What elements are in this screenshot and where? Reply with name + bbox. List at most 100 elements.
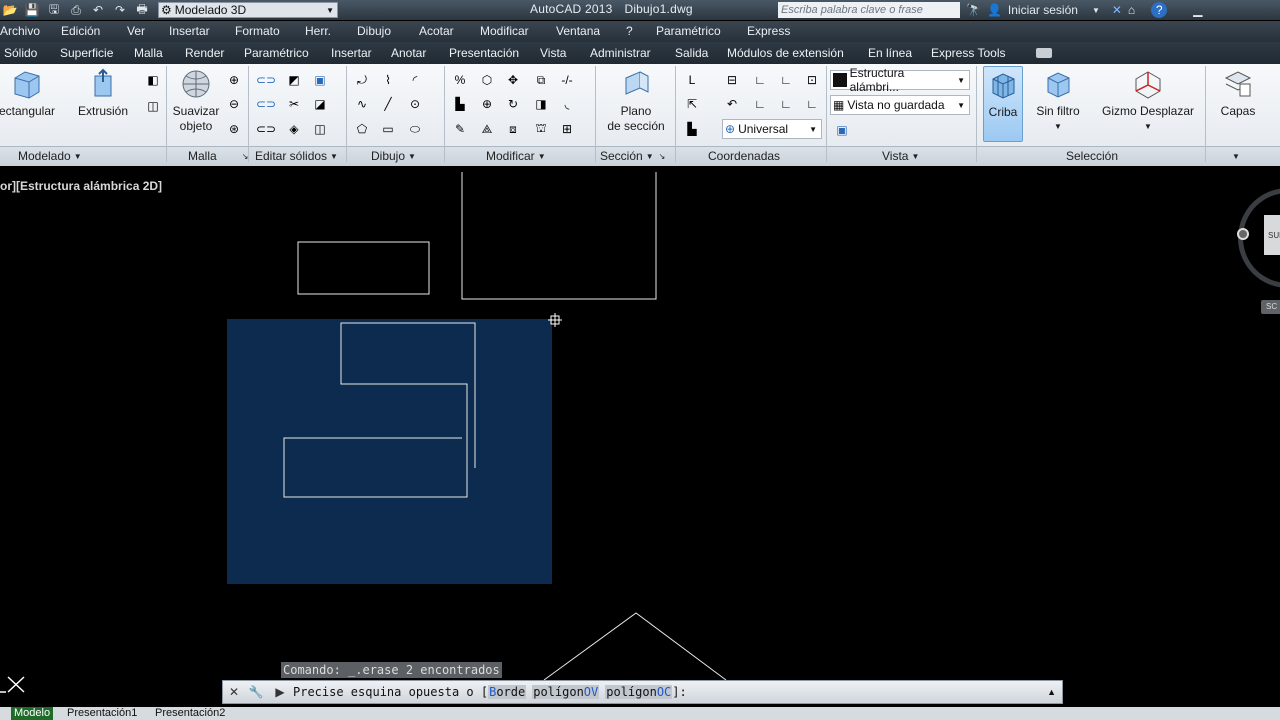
polyline-entity[interactable] bbox=[283, 322, 476, 498]
shell-icon[interactable]: ◫ bbox=[310, 119, 330, 139]
rotate-icon[interactable]: ⤾ bbox=[352, 70, 372, 90]
open-icon[interactable]: 📂 bbox=[0, 2, 20, 18]
menu-acotar[interactable]: Acotar bbox=[419, 24, 454, 38]
circle-icon[interactable]: ⊙ bbox=[405, 94, 425, 114]
menu-help[interactable]: ? bbox=[626, 24, 633, 38]
tab-modelo[interactable]: Modelo bbox=[11, 707, 54, 720]
tab-en-linea[interactable]: En línea bbox=[868, 46, 912, 60]
tab-insertar[interactable]: Insertar bbox=[331, 46, 372, 60]
minimize-icon[interactable]: ▁ bbox=[1193, 3, 1202, 17]
3d-scale-icon[interactable]: ⟁ bbox=[477, 119, 497, 139]
tab-anotar[interactable]: Anotar bbox=[391, 46, 426, 60]
rectangular-button[interactable]: ectangular bbox=[0, 68, 58, 119]
spline-icon[interactable]: ∿ bbox=[352, 94, 372, 114]
ucs-3point-icon[interactable]: ▙ bbox=[682, 119, 702, 139]
thicken-icon[interactable]: ◈ bbox=[284, 119, 304, 139]
brush-icon[interactable]: ✎ bbox=[450, 119, 470, 139]
polygon-icon[interactable]: ⬠ bbox=[352, 119, 372, 139]
ucs-world-icon[interactable]: ∟ bbox=[750, 70, 770, 90]
criba-button[interactable]: Criba bbox=[983, 66, 1023, 142]
menu-modificar[interactable]: Modificar bbox=[480, 24, 529, 38]
extract-edges-icon[interactable]: ◩ bbox=[284, 70, 304, 90]
gizmo-button[interactable]: Gizmo Desplazar ▼ bbox=[1100, 68, 1196, 134]
menu-express[interactable]: Express bbox=[747, 24, 790, 38]
tab-express-tools[interactable]: Express Tools bbox=[931, 46, 1005, 60]
workspace-select[interactable]: ⚙ Modelado 3D ▼ bbox=[158, 2, 338, 18]
tab-malla[interactable]: Malla bbox=[134, 46, 163, 60]
rectangle-entity[interactable] bbox=[461, 172, 657, 300]
option-poligonov[interactable]: polígonOV bbox=[532, 685, 600, 699]
rectangle-icon[interactable]: ▭ bbox=[378, 119, 398, 139]
tab-presentacion2[interactable]: Presentación2 bbox=[152, 707, 228, 720]
panel-title-editar[interactable]: Editar sólidos ▼ bbox=[255, 148, 338, 164]
trim-icon[interactable]: -/- bbox=[557, 70, 577, 90]
arc-icon[interactable]: ◜ bbox=[405, 70, 425, 90]
ucs-icon[interactable]: L bbox=[682, 70, 702, 90]
ucs-named-icon[interactable]: ⊟ bbox=[722, 70, 742, 90]
fillet-icon[interactable]: ◟ bbox=[557, 94, 577, 114]
tab-render[interactable]: Render bbox=[185, 46, 224, 60]
wcs-badge[interactable]: SC bbox=[1261, 300, 1280, 314]
mesh-smooth-more-icon[interactable]: ⊕ bbox=[224, 70, 244, 90]
plot-icon[interactable]: ⎙ bbox=[66, 2, 86, 18]
rectangle-entity[interactable] bbox=[297, 241, 430, 295]
wrench-icon[interactable]: 🔧 bbox=[245, 681, 267, 703]
named-view-select[interactable]: ▦ Vista no guardada ▼ bbox=[830, 95, 970, 115]
save-icon[interactable]: 💾 bbox=[22, 2, 42, 18]
print-icon[interactable]: 🖶 bbox=[132, 2, 152, 18]
ribbon-minimize-icon[interactable] bbox=[1036, 48, 1052, 58]
percent-icon[interactable]: % bbox=[450, 70, 470, 90]
filtro-button[interactable]: Sin filtro ▼ bbox=[1032, 68, 1084, 134]
line-entity[interactable] bbox=[543, 612, 727, 681]
user-icon[interactable]: 👤 bbox=[987, 3, 1002, 17]
menu-archivo[interactable]: Archivo bbox=[0, 24, 40, 38]
panel-title-dibujo[interactable]: Dibujo ▼ bbox=[371, 148, 416, 164]
copy-icon[interactable]: ⧉ bbox=[531, 70, 551, 90]
3d-rotate-icon[interactable]: ⊕ bbox=[477, 94, 497, 114]
chevron-down-icon[interactable]: ▼ bbox=[1092, 6, 1100, 15]
tab-salida[interactable]: Salida bbox=[675, 46, 708, 60]
command-line[interactable]: ✕ 🔧 ▶ Precise esquina opuesta o [ Borde … bbox=[222, 680, 1063, 704]
exchange-icon[interactable]: ✕ bbox=[1112, 3, 1122, 17]
search-input[interactable]: Escriba palabra clave o frase bbox=[778, 2, 960, 18]
3d-move-icon[interactable]: ⬡ bbox=[477, 70, 497, 90]
union-icon[interactable]: ⊂⊃ bbox=[256, 70, 276, 90]
tab-administrar[interactable]: Administrar bbox=[590, 46, 651, 60]
plano-seccion-button[interactable]: Plano de sección bbox=[600, 68, 672, 134]
polysolid-icon[interactable]: ◫ bbox=[143, 96, 163, 116]
signin-link[interactable]: Iniciar sesión bbox=[1008, 3, 1078, 17]
capas-button[interactable]: Capas bbox=[1214, 68, 1262, 119]
rotate-2d-icon[interactable]: ↻ bbox=[503, 94, 523, 114]
history-toggle-icon[interactable]: ▲ bbox=[1047, 687, 1062, 697]
ellipse-icon[interactable]: ⬭ bbox=[405, 119, 425, 139]
mesh-smooth-less-icon[interactable]: ⊖ bbox=[224, 94, 244, 114]
mesh-refine-icon[interactable]: ⊛ bbox=[224, 119, 244, 139]
ucs-previous-icon[interactable]: ↶ bbox=[722, 94, 742, 114]
tab-parametrico[interactable]: Paramétrico bbox=[244, 46, 309, 60]
menu-insertar[interactable]: Insertar bbox=[169, 24, 210, 38]
option-borde[interactable]: Borde bbox=[488, 685, 527, 699]
panel-title-seccion[interactable]: Sección ▼ ↘ bbox=[600, 148, 665, 164]
ucs-view-icon[interactable]: ⊡ bbox=[802, 70, 822, 90]
separate-icon[interactable]: ◪ bbox=[310, 94, 330, 114]
panel-title-seleccion[interactable]: Selección bbox=[1066, 148, 1118, 164]
ucs-zaxis-icon[interactable]: ∟ bbox=[802, 94, 822, 114]
ucs-select[interactable]: ⊕ Universal ▼ bbox=[722, 119, 822, 139]
align-icon[interactable]: ▙ bbox=[450, 94, 470, 114]
viewcube-top-face[interactable]: SUP bbox=[1264, 215, 1280, 255]
stretch-icon[interactable]: ⛫ bbox=[531, 119, 551, 139]
visual-style-select[interactable]: Estructura alámbri... ▼ bbox=[830, 66, 970, 94]
menu-edicion[interactable]: Edición bbox=[61, 24, 100, 38]
ucs-x-icon[interactable]: ∟ bbox=[776, 70, 796, 90]
tab-vista[interactable]: Vista bbox=[540, 46, 566, 60]
presspull-icon[interactable]: ◧ bbox=[143, 70, 163, 90]
extrude-faces-icon[interactable]: ▣ bbox=[310, 70, 330, 90]
tab-modulos[interactable]: Módulos de extensión bbox=[727, 46, 844, 60]
tab-solido[interactable]: Sólido bbox=[4, 46, 37, 60]
tab-presentacion[interactable]: Presentación bbox=[449, 46, 519, 60]
redo-icon[interactable]: ↷ bbox=[110, 2, 130, 18]
menu-ver[interactable]: Ver bbox=[127, 24, 145, 38]
slice-icon[interactable]: ✂ bbox=[284, 94, 304, 114]
extrusion-button[interactable]: Extrusión bbox=[76, 68, 130, 119]
viewcube-center-icon[interactable] bbox=[1237, 228, 1249, 240]
